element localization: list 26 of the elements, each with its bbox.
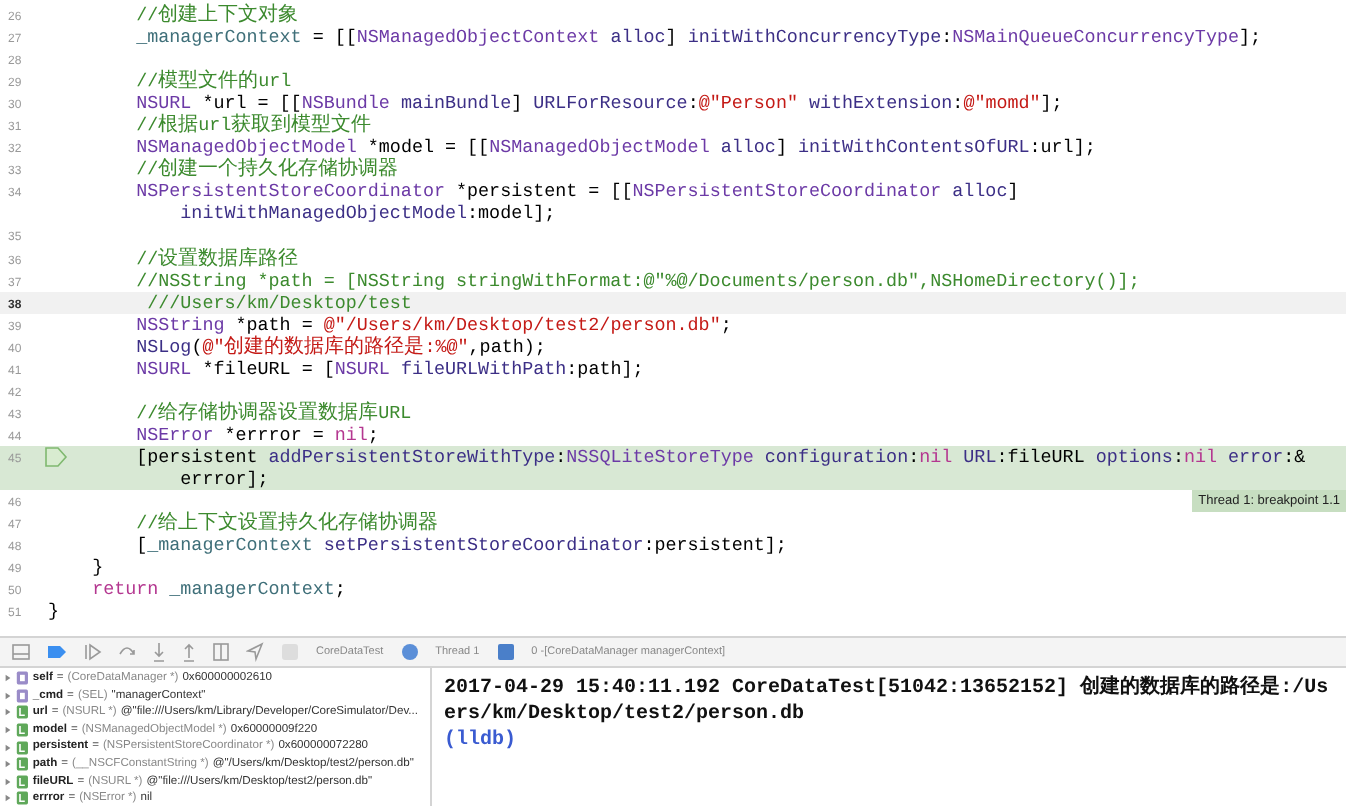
code-line: //模型文件的url: [136, 70, 292, 93]
code-line: //给存储协调器设置数据库URL: [136, 401, 412, 424]
code-line: NSManagedObjectModel *model = [[NSManagedObjectModel alloc] initWithContentsOfURL:url];: [136, 136, 1096, 159]
code-line: NSURL *fileURL = [NSURL fileURLWithPath:path];: [136, 357, 644, 380]
code-line: NSString *path = @"/Users/km/Desktop/test2/person.db";: [136, 313, 732, 336]
code-line: //给上下文设置持久化存储协调器: [136, 512, 439, 535]
code-line: NSPersistentStoreCoordinator *persistent = [[NSPersistentStoreCoordinator alloc]: [136, 180, 1019, 203]
code-line: initWithManagedObjectModel:model];: [180, 202, 556, 225]
code-line: //创建一个持久化存储协调器: [136, 158, 399, 181]
console-output: 2017-04-29 15:40:11.192 CoreDataTest[51042:13652152] 创建的数据库的路径是:/Users/km/Desktop/test2/person.db: [444, 676, 1331, 728]
code-line: //根据url获取到模型文件: [136, 114, 372, 137]
code-line: errror];: [180, 467, 269, 491]
code-line: //创建上下文对象: [136, 4, 299, 27]
code-line: NSURL *url = [[NSBundle mainBundle] URLForResource:@"Person" withExtension:@"momd"];: [136, 92, 1063, 115]
code-line: NSError *errror = nil;: [136, 423, 379, 446]
code-line: //NSString *path = [NSString stringWithFormat:@"%@/Documents/person.db",NSHomeDirectory()];: [136, 269, 1140, 292]
code-line: NSLog(@"创建的数据库的路径是:%@",path);: [136, 335, 546, 358]
code-line: _managerContext = [[NSManagedObjectContext alloc] initWithConcurrencyType:NSMainQueueConcurrencyType];: [136, 26, 1262, 49]
code-line: ///Users/km/Desktop/test: [147, 291, 412, 314]
code-line: [persistent addPersistentStoreWithType:NSSQLiteStoreType configuration:nil URL:fileURL options:nil error:&: [136, 445, 1306, 468]
code-line: }: [48, 600, 60, 623]
code-line: //设置数据库路径: [136, 247, 299, 270]
code-line: [_managerContext setPersistentStoreCoordinator:persistent];: [136, 534, 787, 557]
code-line: return _managerContext;: [92, 578, 346, 601]
code-line: }: [92, 556, 104, 579]
console-prompt[interactable]: (lldb): [444, 728, 1334, 754]
